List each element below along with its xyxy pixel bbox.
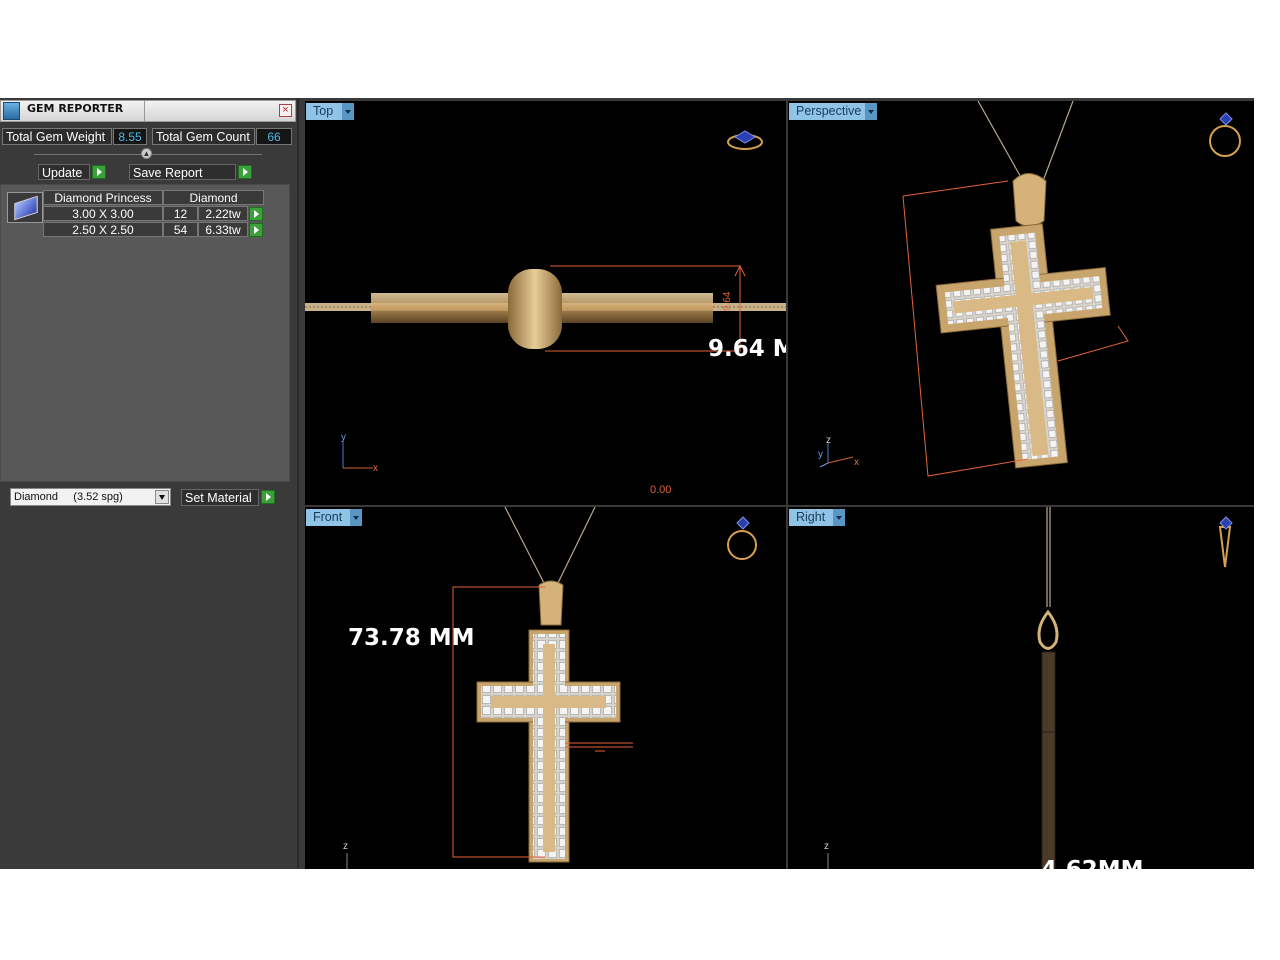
perspective-view-render: z y x: [818, 101, 1241, 477]
small-dim-readout: 9.64: [722, 291, 733, 311]
set-material-go-icon[interactable]: [261, 490, 275, 504]
gem-row-size: 3.00 X 3.00: [43, 206, 163, 221]
top-viewport[interactable]: y x 0.00 9.64 Top 9.64 MM: [305, 101, 786, 505]
gem-thumbnail[interactable]: [7, 192, 43, 223]
titlebar-divider: [144, 101, 145, 121]
chevron-down-icon[interactable]: [350, 509, 362, 526]
gem-list-area: Diamond Princess Diamond 3.00 X 3.00 12 …: [0, 184, 290, 482]
gem-row-weight: 6.33tw: [198, 222, 248, 237]
axis-x-label: x: [854, 457, 859, 468]
gem-reporter-panel: GEM REPORTER × Total Gem Weight 8.55 Tot…: [0, 98, 299, 869]
chevron-down-icon[interactable]: [833, 509, 845, 526]
collapse-toggle-icon[interactable]: ▲: [141, 148, 152, 159]
tab-front[interactable]: Front: [306, 509, 362, 526]
set-material-button[interactable]: Set Material: [181, 489, 259, 506]
gem-row-select-icon[interactable]: [249, 223, 263, 237]
bail: [1012, 173, 1047, 227]
axis-z-label: z: [826, 435, 831, 446]
ring-nav-icon[interactable]: [727, 516, 757, 560]
app-window: GEM REPORTER × Total Gem Weight 8.55 Tot…: [0, 98, 1254, 869]
gem-row-size: 2.50 X 2.50: [43, 222, 163, 237]
gem-shape-header: Diamond Princess: [43, 190, 163, 205]
gem-row-count: 54: [163, 222, 198, 237]
update-go-icon[interactable]: [92, 165, 106, 179]
top-view-render: y x 0.00 9.64: [305, 130, 786, 496]
panel-title: GEM REPORTER: [27, 102, 124, 115]
gem-row-select-icon[interactable]: [249, 207, 263, 221]
height-dimension: 73.78 MM: [348, 625, 475, 651]
gem-type-header: Diamond: [163, 190, 264, 205]
origin-readout: 0.00: [650, 484, 671, 496]
axis-x-label: x: [373, 463, 378, 474]
tab-right[interactable]: Right: [789, 509, 845, 526]
princess-diamond-icon: [14, 195, 38, 221]
ring-nav-icon[interactable]: [1209, 112, 1241, 157]
total-count-label: Total Gem Count: [152, 128, 255, 145]
gem-row-weight: 2.22tw: [198, 206, 248, 221]
bail-side: [1037, 609, 1059, 650]
total-weight-value: 8.55: [113, 128, 147, 145]
bail-top: [508, 269, 562, 349]
front-viewport[interactable]: z Front 73.78 MM: [305, 507, 786, 869]
panel-titlebar: GEM REPORTER ×: [0, 100, 296, 122]
ring-nav-icon[interactable]: [727, 130, 763, 150]
cross-front: [476, 629, 621, 863]
bail: [538, 580, 564, 626]
viewport-label: Front: [313, 510, 343, 524]
front-view-render: z: [343, 507, 757, 869]
totals-row: Total Gem Weight 8.55 Total Gem Count 66: [0, 128, 296, 145]
viewport-label: Right: [796, 510, 826, 524]
cross-perspective: [935, 223, 1111, 469]
axis-y-label: y: [818, 449, 823, 460]
save-report-go-icon[interactable]: [238, 165, 252, 179]
viewport-label: Perspective: [796, 104, 862, 118]
gem-row-count: 12: [163, 206, 198, 221]
right-view-render: z: [824, 507, 1233, 869]
material-select[interactable]: Diamond (3.52 spg): [10, 488, 171, 506]
perspective-viewport[interactable]: z y x Perspective: [788, 101, 1254, 505]
depth-dimension: 9.64 MM: [708, 336, 786, 362]
total-weight-label: Total Gem Weight: [2, 128, 112, 145]
axis-z-label: z: [343, 841, 348, 852]
close-icon[interactable]: ×: [279, 104, 292, 117]
ring-nav-icon[interactable]: [1218, 516, 1233, 568]
axis-z-label: z: [824, 841, 829, 852]
total-count-value: 66: [256, 128, 292, 145]
viewport-label: Top: [313, 104, 334, 118]
save-report-button[interactable]: Save Report: [129, 164, 236, 180]
tab-top[interactable]: Top: [306, 103, 354, 120]
right-viewport[interactable]: z Right 4.62MM: [788, 507, 1254, 869]
chevron-down-icon[interactable]: [155, 490, 169, 504]
update-button[interactable]: Update: [38, 164, 90, 180]
axis-y-label: y: [341, 432, 346, 443]
thickness-dimension: 4.62MM: [1041, 857, 1144, 869]
tab-perspective[interactable]: Perspective: [789, 103, 877, 120]
material-select-value: Diamond (3.52 spg): [14, 491, 123, 503]
chevron-down-icon[interactable]: [865, 103, 877, 120]
chevron-down-icon[interactable]: [342, 103, 354, 120]
cross-side: [1041, 651, 1056, 869]
gem-reporter-icon: [3, 102, 20, 120]
